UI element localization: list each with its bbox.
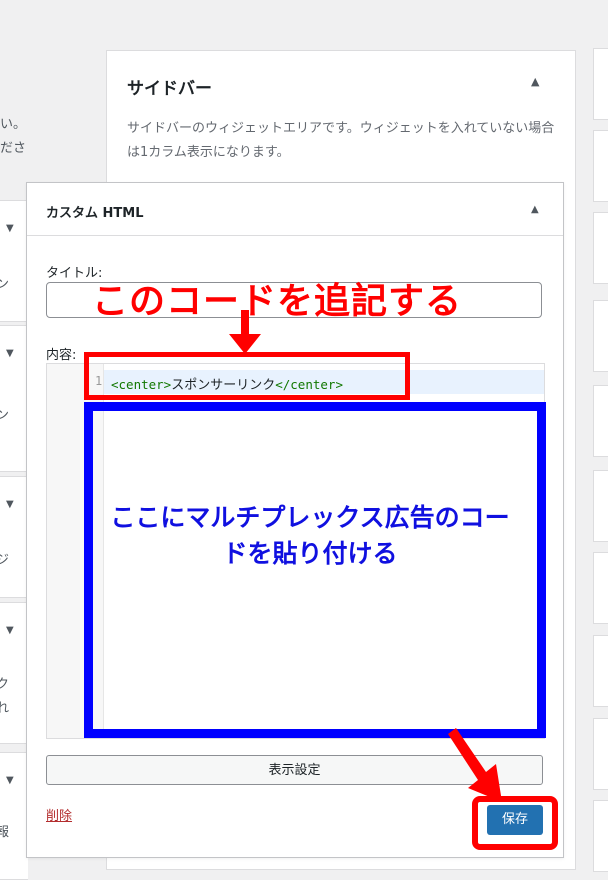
left-fragment-text: ン <box>0 277 10 292</box>
right-widget-area[interactable] <box>593 718 608 790</box>
left-widget-item[interactable]: ▼ ク れ <box>0 602 28 744</box>
left-fragment-text: ださ <box>0 141 27 156</box>
left-fragment-text: ン <box>0 408 10 423</box>
left-widget-item[interactable]: ▼ ン <box>0 200 28 322</box>
caret-up-icon[interactable]: ▲ <box>531 75 539 88</box>
right-widget-area[interactable] <box>593 385 608 457</box>
left-fragment-text: れ <box>0 701 10 716</box>
right-widget-area[interactable] <box>593 470 608 542</box>
left-fragment-text: い。 <box>0 117 27 132</box>
annotation-red-text: このコードを追記する <box>92 281 463 322</box>
right-widget-area[interactable] <box>593 48 608 120</box>
left-widget-column: い。 ださ ▼ ン ▼ ン ▼ ジ ▼ ク れ ▼ 報 <box>0 0 28 880</box>
left-fragment-text: ク <box>0 677 10 692</box>
right-widget-area[interactable] <box>593 130 608 202</box>
caret-down-icon[interactable]: ▼ <box>6 775 14 786</box>
left-fragment-text: ジ <box>0 553 10 568</box>
caret-down-icon[interactable]: ▼ <box>6 499 14 510</box>
left-widget-item[interactable]: ▼ ン <box>0 325 28 472</box>
annotation-blue-text: ここにマルチプレックス広告のコードを貼り付ける <box>110 503 510 568</box>
sidebar-description: サイドバーのウィジェットエリアです。ウィジェットを入れていない場合は1カラム表示… <box>127 121 555 160</box>
right-widget-area[interactable] <box>593 300 608 372</box>
delete-link[interactable]: 削除 <box>46 805 72 824</box>
sidebar-title[interactable]: サイドバー <box>127 74 212 99</box>
annotation-red-box-code <box>84 352 410 400</box>
caret-up-icon[interactable]: ▲ <box>531 204 539 215</box>
right-widget-area[interactable] <box>593 552 608 624</box>
left-fragment-text: 報 <box>0 825 10 840</box>
right-widget-area[interactable] <box>593 800 608 872</box>
widget-title: カスタム HTML <box>46 206 144 221</box>
caret-down-icon[interactable]: ▼ <box>6 625 14 636</box>
right-widget-area[interactable] <box>593 212 608 284</box>
caret-down-icon[interactable]: ▼ <box>6 348 14 359</box>
left-widget-item[interactable]: ▼ 報 <box>0 752 28 880</box>
caret-down-icon[interactable]: ▼ <box>6 223 14 234</box>
right-widget-area[interactable] <box>593 635 608 707</box>
widget-header[interactable]: カスタム HTML ▲ <box>27 183 563 236</box>
annotation-red-box-save <box>472 796 558 850</box>
left-widget-item[interactable]: ▼ ジ <box>0 476 28 598</box>
content-label: 内容: <box>46 348 77 363</box>
annotation-arrow-down-icon <box>229 310 261 354</box>
